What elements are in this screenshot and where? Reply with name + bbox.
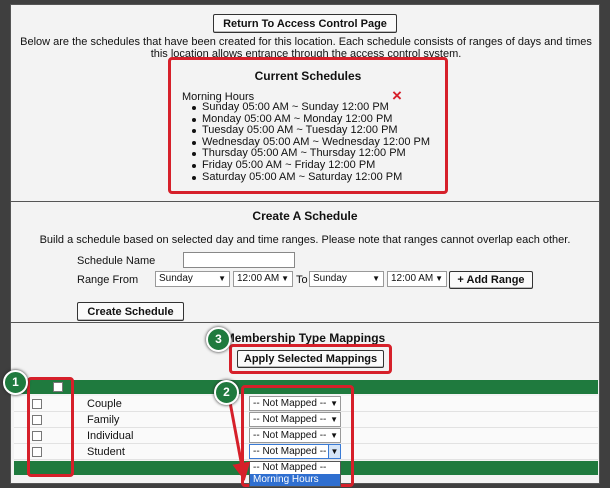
row-label: Family [87, 414, 120, 426]
dropdown-option-not-mapped[interactable]: -- Not Mapped -- [250, 462, 340, 474]
current-schedules-box: Current Schedules Morning Hours × Sunday… [168, 57, 448, 194]
create-schedule-title: Create A Schedule [252, 209, 358, 223]
range-item: Friday 05:00 AM ~ Friday 12:00 PM [192, 159, 430, 172]
step-2-callout: 2 [214, 380, 239, 405]
create-schedule-description: Build a schedule based on selected day a… [39, 234, 571, 246]
dropdown-option-morning-hours[interactable]: Morning Hours [250, 474, 340, 486]
dropdown-arrow-icon: ▼ [218, 274, 226, 283]
schedule-name-input[interactable] [183, 252, 295, 268]
row-label: Individual [87, 430, 134, 442]
row-label: Couple [87, 398, 122, 410]
row-label: Student [87, 446, 125, 458]
create-schedule-button[interactable]: Create Schedule [77, 302, 184, 321]
to-time-value: 12:00 AM [391, 273, 434, 284]
schedule-name-label: Schedule Name [77, 255, 156, 267]
return-to-access-control-button[interactable]: Return To Access Control Page [213, 14, 397, 33]
to-day-value: Sunday [313, 273, 347, 284]
range-from-label: Range From [77, 274, 139, 286]
dropdown-arrow-icon: ▼ [372, 274, 380, 283]
checkbox-highlight-box [27, 377, 74, 477]
from-day-value: Sunday [159, 273, 193, 284]
add-range-button[interactable]: + Add Range [449, 271, 533, 289]
apply-highlight-box: Apply Selected Mappings [229, 344, 392, 374]
membership-mappings-panel: Membership Type Mappings Apply Selected … [10, 322, 600, 487]
step-3-callout: 3 [206, 327, 231, 352]
from-time-value: 12:00 AM [237, 273, 280, 284]
range-item: Saturday 05:00 AM ~ Saturday 12:00 PM [192, 171, 430, 184]
to-label: To [296, 274, 308, 286]
intro-line-1: Below are the schedules that have been c… [20, 36, 592, 48]
range-item: Sunday 05:00 AM ~ Sunday 12:00 PM [192, 101, 430, 114]
current-schedules-panel: Return To Access Control Page Below are … [10, 4, 600, 202]
to-day-select[interactable]: Sunday ▼ [309, 271, 384, 287]
apply-selected-mappings-button[interactable]: Apply Selected Mappings [237, 350, 384, 368]
dropdown-arrow-icon: ▼ [435, 274, 443, 283]
create-schedule-panel: Create A Schedule Build a schedule based… [10, 201, 600, 323]
from-time-select[interactable]: 12:00 AM ▼ [233, 271, 293, 287]
membership-mappings-title: Membership Type Mappings [224, 331, 386, 345]
current-schedules-title: Current Schedules [254, 69, 362, 83]
schedule-range-list: Sunday 05:00 AM ~ Sunday 12:00 PM Monday… [192, 101, 430, 184]
from-day-select[interactable]: Sunday ▼ [155, 271, 230, 287]
to-time-select[interactable]: 12:00 AM ▼ [387, 271, 447, 287]
mapping-dropdown-list: -- Not Mapped -- Morning Hours [249, 461, 341, 487]
dropdown-arrow-icon: ▼ [281, 274, 289, 283]
step-1-callout: 1 [3, 370, 28, 395]
